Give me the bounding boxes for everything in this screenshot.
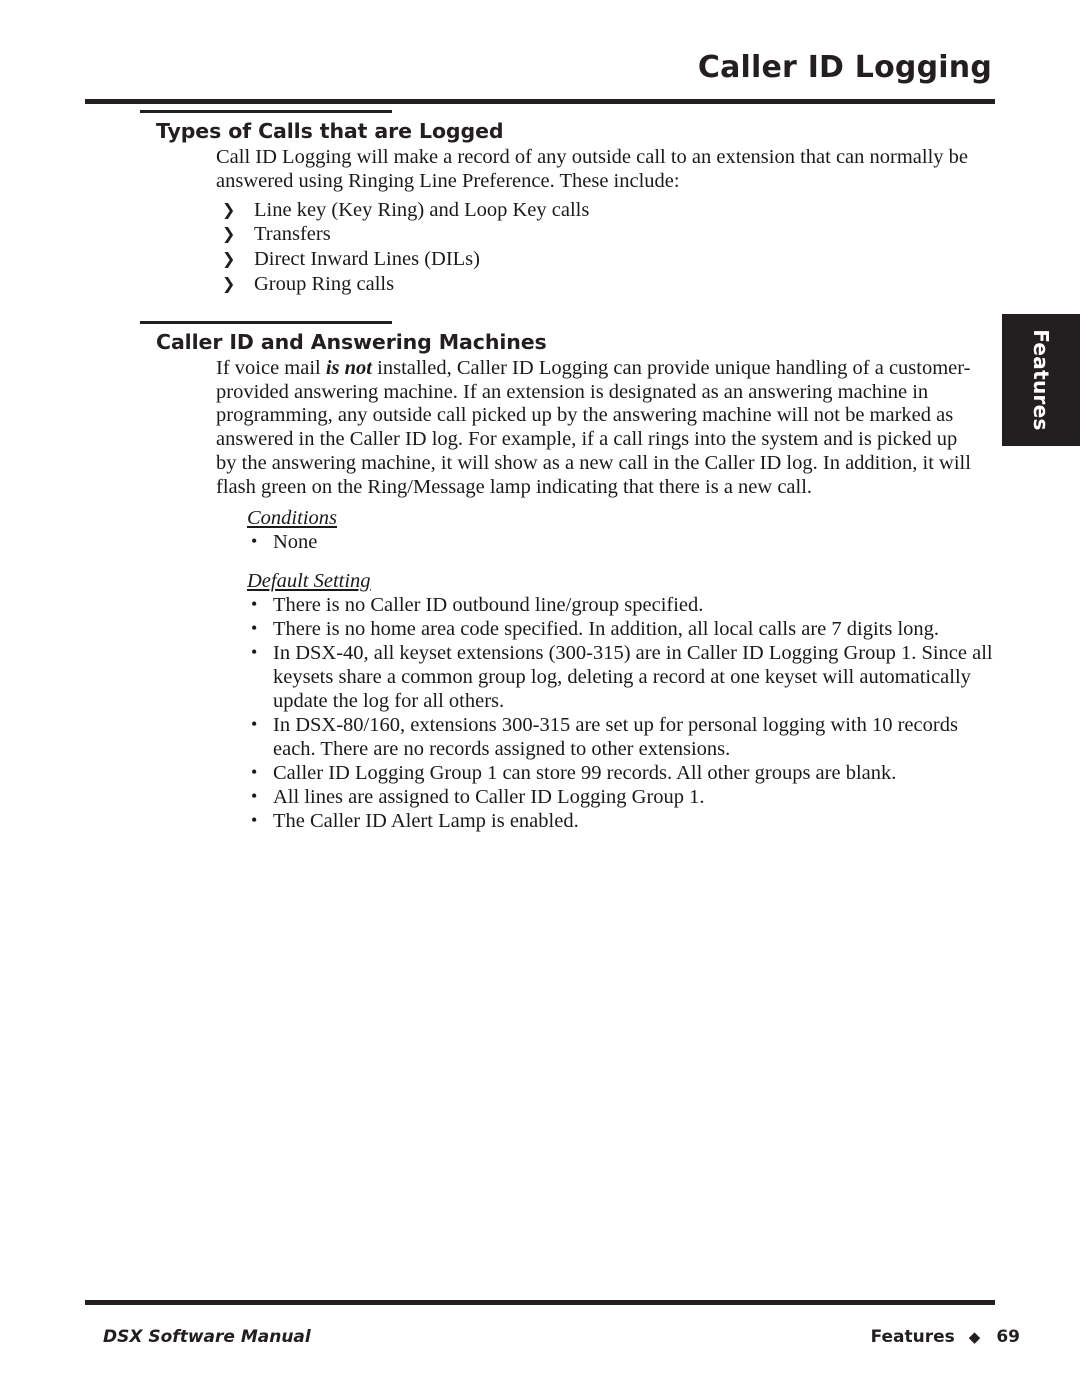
section-heading: Types of Calls that are Logged (156, 119, 504, 143)
dot-bullet-icon: • (251, 713, 258, 734)
section-answering-machines: Caller ID and Answering Machines If voic… (0, 320, 1080, 833)
list-item: ❯ Line key (Key Ring) and Loop Key calls (222, 198, 1080, 223)
section-heading: Caller ID and Answering Machines (156, 329, 547, 354)
list-item: • In DSX-40, all keyset extensions (300-… (249, 641, 998, 713)
dot-bullet-icon: • (251, 761, 258, 782)
dot-bullet-icon: • (251, 530, 258, 551)
arrow-bullet-icon: ❯ (222, 224, 236, 244)
list-item: ❯ Group Ring calls (222, 272, 1080, 297)
footer-divider (85, 1300, 995, 1305)
list-item: • None (249, 530, 998, 554)
page-title: Caller ID Logging (697, 50, 992, 85)
default-setting-heading: Default Setting (247, 569, 371, 592)
header-divider (85, 99, 995, 104)
page-content: Types of Calls that are Logged Call ID L… (0, 110, 1080, 833)
list-item-label: There is no Caller ID outbound line/grou… (273, 593, 704, 616)
list-item: ❯ Direct Inward Lines (DILs) (222, 247, 1080, 272)
footer-manual-title: DSX Software Manual (103, 1327, 311, 1347)
list-item: • There is no Caller ID outbound line/gr… (249, 593, 998, 617)
list-item-label: All lines are assigned to Caller ID Logg… (273, 785, 705, 808)
arrow-bullet-icon: ❯ (222, 249, 236, 269)
list-item: • All lines are assigned to Caller ID Lo… (249, 785, 998, 809)
list-item-label: None (273, 530, 318, 553)
default-settings-list: • There is no Caller ID outbound line/gr… (0, 593, 1080, 833)
list-item-label: There is no home area code specified. In… (273, 617, 940, 640)
list-item-label: Group Ring calls (254, 272, 395, 295)
conditions-list: • None (0, 530, 1080, 554)
diamond-icon: ◆ (968, 1328, 981, 1346)
logged-call-types-list: ❯ Line key (Key Ring) and Loop Key calls… (0, 198, 1080, 297)
dot-bullet-icon: • (251, 641, 258, 662)
footer-chapter-label: Features (870, 1327, 955, 1347)
page-footer: DSX Software Manual Features ◆ 69 (0, 1287, 1080, 1397)
list-item-label: The Caller ID Alert Lamp is enabled. (273, 809, 579, 832)
list-item: • There is no home area code specified. … (249, 617, 998, 641)
dot-bullet-icon: • (251, 617, 258, 638)
list-item-label: Line key (Key Ring) and Loop Key calls (254, 198, 590, 221)
dot-bullet-icon: • (251, 785, 258, 806)
conditions-heading: Conditions (247, 506, 337, 529)
dot-bullet-icon: • (251, 809, 258, 830)
list-item-label: Direct Inward Lines (DILs) (254, 248, 480, 271)
list-item-label: In DSX-40, all keyset extensions (300-31… (273, 641, 993, 712)
list-item: • Caller ID Logging Group 1 can store 99… (249, 761, 998, 785)
list-item: • In DSX-80/160, extensions 300-315 are … (249, 713, 998, 761)
section-divider (140, 110, 392, 113)
section-body: If voice mail is not installed, Caller I… (216, 357, 980, 500)
arrow-bullet-icon: ❯ (222, 273, 236, 293)
page-header: Caller ID Logging (0, 0, 1080, 110)
list-item-label: In DSX-80/160, extensions 300-315 are se… (273, 713, 958, 760)
conditions-block: Conditions (0, 500, 1080, 530)
default-setting-block: Default Setting (0, 563, 1080, 593)
arrow-bullet-icon: ❯ (222, 199, 236, 219)
list-item-label: Transfers (254, 223, 331, 246)
paragraph-text-before: If voice mail (216, 356, 326, 379)
section-divider (140, 320, 392, 324)
section-paragraph: If voice mail is not installed, Caller I… (216, 357, 980, 500)
document-page: Caller ID Logging Features Types of Call… (0, 0, 1080, 1397)
section-paragraph: Call ID Logging will make a record of an… (216, 146, 969, 192)
paragraph-emphasis: is not (325, 356, 373, 379)
footer-page-info: Features ◆ 69 (871, 1327, 1020, 1347)
dot-bullet-icon: • (251, 593, 258, 614)
footer-page-number: 69 (996, 1327, 1020, 1347)
section-body: Call ID Logging will make a record of an… (216, 146, 980, 194)
section-types-of-calls: Types of Calls that are Logged Call ID L… (0, 110, 1080, 297)
list-item: • The Caller ID Alert Lamp is enabled. (249, 809, 998, 833)
list-item-label: Caller ID Logging Group 1 can store 99 r… (273, 761, 897, 784)
list-item: ❯ Transfers (222, 222, 1080, 247)
